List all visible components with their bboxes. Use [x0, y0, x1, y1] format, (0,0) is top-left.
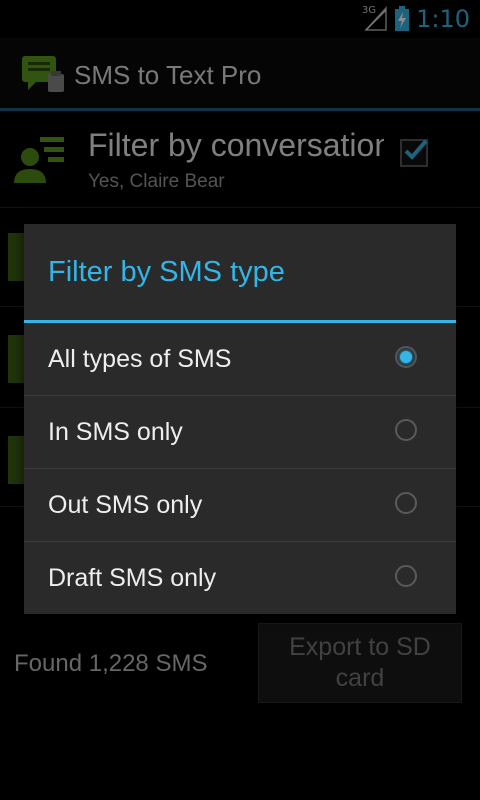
filter-sms-type-dialog: Filter by SMS type All types of SMS In S… — [24, 224, 456, 614]
option-in-sms[interactable]: In SMS only — [24, 396, 456, 469]
radio-button[interactable] — [395, 419, 417, 441]
radio-button-selected[interactable] — [395, 346, 417, 368]
radio-button[interactable] — [395, 492, 417, 514]
option-label: Draft SMS only — [48, 564, 217, 592]
option-label: All types of SMS — [48, 345, 232, 373]
option-all-types[interactable]: All types of SMS — [24, 323, 456, 396]
dialog-options: All types of SMS In SMS only Out SMS onl… — [24, 323, 456, 614]
radio-button[interactable] — [395, 565, 417, 587]
option-label: In SMS only — [48, 418, 183, 446]
dialog-title: Filter by SMS type — [48, 256, 285, 288]
option-label: Out SMS only — [48, 491, 203, 519]
option-out-sms[interactable]: Out SMS only — [24, 469, 456, 542]
option-draft-sms[interactable]: Draft SMS only — [24, 542, 456, 614]
